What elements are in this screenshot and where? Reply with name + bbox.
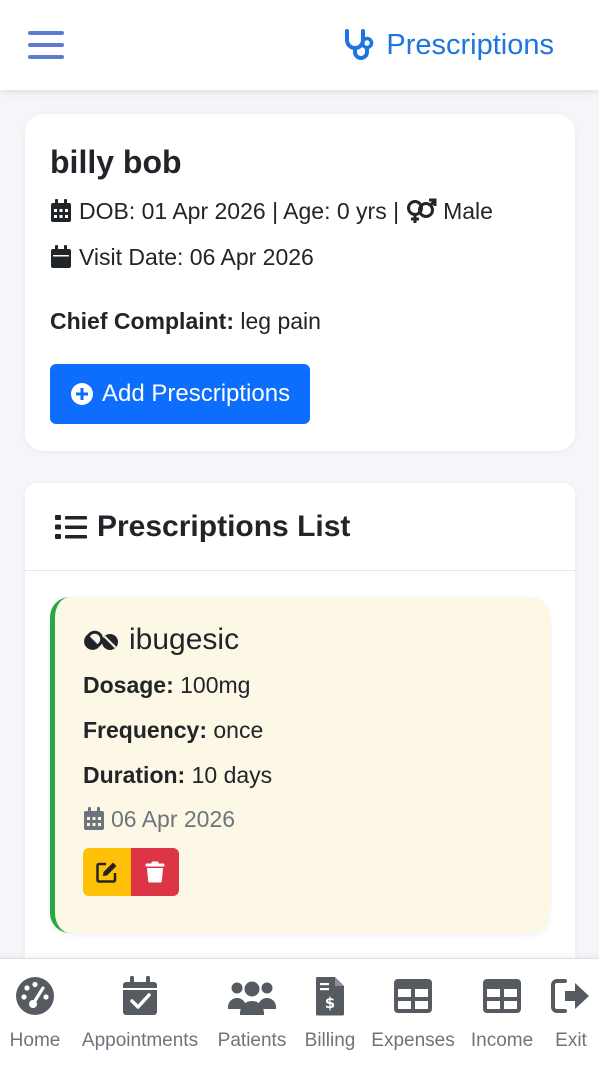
visit-date-line: Visit Date: 06 Apr 2026 xyxy=(50,240,550,274)
duration-value: 10 days xyxy=(191,762,273,788)
prescription-card: ibugesic Dosage: 100mg Frequency: once D… xyxy=(50,597,550,933)
list-header: Prescriptions List xyxy=(25,483,575,571)
visit-date-text: Visit Date: 06 Apr 2026 xyxy=(79,244,314,270)
nav-item-exit[interactable]: Exit xyxy=(550,959,592,1066)
top-navbar: Prescriptions xyxy=(0,0,599,90)
svg-text:$: $ xyxy=(325,994,335,1012)
calendar-day-icon xyxy=(51,245,71,268)
gender-text: Male xyxy=(443,198,493,224)
plus-circle-icon xyxy=(71,383,93,405)
trash-icon xyxy=(145,861,165,883)
duration-field: Duration: 10 days xyxy=(83,758,550,792)
edit-icon xyxy=(96,862,117,883)
nav-item-appointments[interactable]: Appointments xyxy=(79,959,201,1066)
prescription-actions xyxy=(83,848,550,896)
calendar-check-icon xyxy=(123,976,157,1015)
dosage-value: 100mg xyxy=(180,672,251,698)
patient-card: billy bob DOB: 01 Apr 2026 | Age: 0 yrs … xyxy=(25,114,575,451)
nav-label-exit: Exit xyxy=(555,1030,587,1051)
page-title: Prescriptions xyxy=(386,28,554,61)
prescription-date: 06 Apr 2026 xyxy=(83,802,550,836)
brand[interactable]: Prescriptions xyxy=(342,28,554,62)
stethoscope-icon xyxy=(345,29,374,60)
nav-label-appointments: Appointments xyxy=(81,1030,199,1051)
edit-prescription-button[interactable] xyxy=(83,848,131,896)
users-icon xyxy=(228,981,276,1015)
nav-label-expenses: Expenses xyxy=(371,1030,455,1051)
table-icon xyxy=(394,979,432,1013)
pills-icon xyxy=(84,630,118,650)
nav-label-billing: Billing xyxy=(304,1030,356,1051)
dashboard-gauge-icon xyxy=(16,977,54,1015)
frequency-value: once xyxy=(213,717,264,743)
list-icon xyxy=(55,514,87,539)
venus-mars-icon xyxy=(407,198,437,223)
prescription-name-row: ibugesic xyxy=(83,623,550,657)
hamburger-icon[interactable] xyxy=(28,29,64,61)
bottom-navigation: Home Appointments Patients $ Billing Exp… xyxy=(0,958,599,1066)
prescription-name: ibugesic xyxy=(129,623,240,656)
calendar-icon xyxy=(51,199,71,222)
complaint-label: Chief Complaint: xyxy=(50,308,234,334)
nav-item-billing[interactable]: $ Billing xyxy=(302,959,358,1066)
nav-item-patients[interactable]: Patients xyxy=(216,959,288,1066)
prescriptions-list-card: Prescriptions List ibugesic Dosage: 100m… xyxy=(25,483,575,983)
frequency-field: Frequency: once xyxy=(83,713,550,747)
nav-item-income[interactable]: Income xyxy=(469,959,535,1066)
add-prescriptions-label: Add Prescriptions xyxy=(102,380,291,407)
patient-name: billy bob xyxy=(50,144,182,180)
nav-item-home[interactable]: Home xyxy=(8,959,62,1066)
sign-out-icon xyxy=(551,979,589,1013)
nav-label-income: Income xyxy=(470,1030,534,1051)
delete-prescription-button[interactable] xyxy=(131,848,179,896)
patient-dob-line: DOB: 01 Apr 2026 | Age: 0 yrs | Male xyxy=(50,194,550,228)
list-title: Prescriptions List xyxy=(97,509,351,543)
frequency-label: Frequency: xyxy=(83,717,207,743)
prescription-date-text: 06 Apr 2026 xyxy=(111,806,236,832)
table-icon xyxy=(483,979,521,1013)
add-prescriptions-button[interactable]: Add Prescriptions xyxy=(50,364,311,424)
nav-item-expenses[interactable]: Expenses xyxy=(371,959,455,1066)
nav-label-patients: Patients xyxy=(217,1030,287,1051)
dosage-field: Dosage: 100mg xyxy=(83,668,550,702)
calendar-icon xyxy=(84,807,104,830)
nav-label-home: Home xyxy=(9,1030,61,1051)
invoice-dollar-icon: $ xyxy=(315,977,344,1016)
duration-label: Duration: xyxy=(83,762,186,788)
complaint-value: leg pain xyxy=(240,308,321,334)
chief-complaint: Chief Complaint: leg pain xyxy=(50,304,550,338)
dosage-label: Dosage: xyxy=(83,672,174,698)
dob-age-text: DOB: 01 Apr 2026 | Age: 0 yrs | xyxy=(79,198,400,224)
